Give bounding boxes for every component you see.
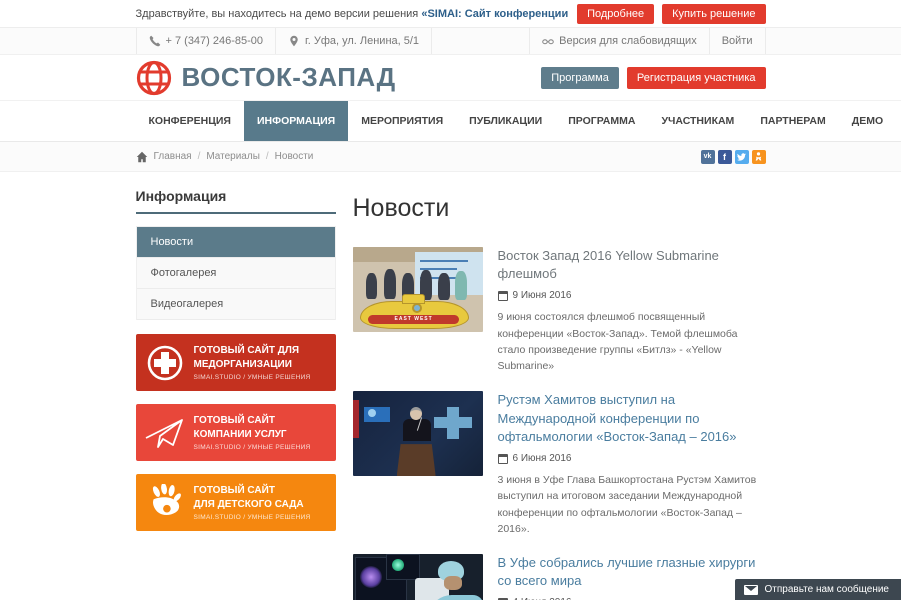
breadcrumb: Главная / Материалы / Новости — [136, 151, 314, 163]
breadcrumb-current: Новости — [275, 151, 314, 162]
nav-item-partners[interactable]: ПАРТНЕРАМ — [747, 101, 838, 141]
main-navigation: КОНФЕРЕНЦИЯ ИНФОРМАЦИЯ МЕРОПРИЯТИЯ ПУБЛИ… — [0, 100, 901, 142]
calendar-icon — [498, 291, 508, 301]
phone-number[interactable]: + 7 (347) 246-85-00 — [136, 28, 276, 54]
news-thumbnail-flashmob[interactable]: EAST WEST — [353, 247, 483, 332]
breadcrumb-materials[interactable]: Материалы — [206, 151, 260, 162]
nav-item-program[interactable]: ПРОГРАММА — [555, 101, 648, 141]
news-date: 9 Июня 2016 — [498, 290, 766, 301]
news-thumbnail-speech[interactable] — [353, 391, 483, 476]
news-date: 6 Июня 2016 — [498, 453, 766, 464]
medical-cross-icon — [136, 343, 194, 383]
banner-services-site[interactable]: ГОТОВЫЙ САЙТ КОМПАНИИ УСЛУГ SIMAI.STUDIO… — [136, 404, 336, 461]
banner-title: ГОТОВЫЙ САЙТ КОМПАНИИ УСЛУГ — [194, 414, 311, 441]
nav-item-publications[interactable]: ПУБЛИКАЦИИ — [456, 101, 555, 141]
banner-subtitle: SIMAI.STUDIO / УМНЫЕ РЕШЕНИЯ — [194, 514, 311, 521]
banner-title: ГОТОВЫЙ САЙТ ДЛЯ МЕДОРГАНИЗАЦИИ — [194, 344, 311, 371]
news-item: EAST WEST Восток Запад 2016 Yellow Subma… — [353, 247, 766, 374]
login-link[interactable]: Войти — [709, 28, 766, 54]
page-title: Новости — [353, 194, 766, 223]
envelope-icon — [744, 585, 758, 595]
nav-item-events[interactable]: МЕРОПРИЯТИЯ — [348, 101, 456, 141]
news-excerpt: 3 июня в Уфе Глава Башкортостана Рустэм … — [498, 472, 766, 537]
news-excerpt: 9 июня состоялся флешмоб посвященный кон… — [498, 309, 766, 374]
news-thumbnail-surgery[interactable] — [353, 554, 483, 600]
search-button[interactable] — [896, 101, 901, 141]
globe-icon — [136, 60, 172, 96]
odnoklassniki-icon[interactable] — [752, 150, 766, 164]
sidebar-item-photogallery[interactable]: Фотогалерея — [137, 258, 335, 289]
address: г. Уфа, ул. Ленина, 5/1 — [275, 28, 432, 54]
demo-message: Здравствуйте, вы находитесь на демо верс… — [136, 8, 569, 20]
demo-notice-bar: Здравствуйте, вы находитесь на демо верс… — [0, 0, 901, 28]
hand-print-icon — [136, 484, 194, 522]
demo-product-name: «SIMAI: Сайт конференции — [421, 8, 568, 20]
more-button[interactable]: Подробнее — [577, 4, 654, 24]
home-icon — [136, 151, 148, 163]
banner-title: ГОТОВЫЙ САЙТ ДЛЯ ДЕТСКОГО САДА — [194, 484, 311, 511]
breadcrumb-separator: / — [266, 151, 269, 162]
info-bar: + 7 (347) 246-85-00 г. Уфа, ул. Ленина, … — [0, 28, 901, 55]
breadcrumb-home[interactable]: Главная — [154, 151, 192, 162]
banner-subtitle: SIMAI.STUDIO / УМНЫЕ РЕШЕНИЯ — [194, 374, 311, 381]
breadcrumb-separator: / — [198, 151, 201, 162]
nav-item-demo[interactable]: ДЕМО — [839, 101, 896, 141]
site-logo[interactable]: ВОСТОК-ЗАПАД — [136, 60, 396, 96]
site-header: ВОСТОК-ЗАПАД Программа Регистрация участ… — [0, 55, 901, 100]
news-title-link[interactable]: В Уфе собрались лучшие глазные хирурги с… — [498, 554, 766, 590]
vk-icon[interactable]: vk — [701, 150, 715, 164]
sidebar: Информация Новости Фотогалерея Видеогале… — [136, 188, 336, 600]
sidebar-item-videogallery[interactable]: Видеогалерея — [137, 289, 335, 320]
glasses-icon — [542, 35, 554, 47]
nav-item-information[interactable]: ИНФОРМАЦИЯ — [244, 101, 348, 141]
phone-icon — [149, 35, 161, 47]
paper-plane-icon — [136, 416, 194, 450]
banner-medical-site[interactable]: ГОТОВЫЙ САЙТ ДЛЯ МЕДОРГАНИЗАЦИИ SIMAI.ST… — [136, 334, 336, 391]
facebook-icon[interactable]: f — [718, 150, 732, 164]
calendar-icon — [498, 454, 508, 464]
twitter-icon[interactable] — [735, 150, 749, 164]
news-title-link[interactable]: Восток Запад 2016 Yellow Submarine флешм… — [498, 247, 766, 283]
news-item: В Уфе собрались лучшие глазные хирурги с… — [353, 554, 766, 600]
news-title-link[interactable]: Рустэм Хамитов выступил на Международной… — [498, 391, 766, 446]
banner-subtitle: SIMAI.STUDIO / УМНЫЕ РЕШЕНИЯ — [194, 444, 311, 451]
breadcrumb-bar: Главная / Материалы / Новости vk f — [0, 142, 901, 172]
register-participant-button[interactable]: Регистрация участника — [627, 67, 766, 89]
map-pin-icon — [288, 35, 300, 47]
banner-kindergarten-site[interactable]: ГОТОВЫЙ САЙТ ДЛЯ ДЕТСКОГО САДА SIMAI.STU… — [136, 474, 336, 531]
sidebar-title: Информация — [136, 188, 336, 214]
nav-item-participants[interactable]: УЧАСТНИКАМ — [648, 101, 747, 141]
accessibility-version-link[interactable]: Версия для слабовидящих — [529, 28, 709, 54]
news-section: Новости EAST WEST — [353, 188, 766, 600]
sidebar-menu: Новости Фотогалерея Видеогалерея — [136, 226, 336, 320]
site-name: ВОСТОК-ЗАПАД — [182, 62, 396, 93]
buy-button[interactable]: Купить решение — [662, 4, 765, 24]
news-item: Рустэм Хамитов выступил на Международной… — [353, 391, 766, 537]
send-message-button[interactable]: Отправьте нам сообщение — [735, 579, 901, 600]
sidebar-item-news[interactable]: Новости — [137, 227, 335, 258]
nav-item-conference[interactable]: КОНФЕРЕНЦИЯ — [136, 101, 244, 141]
program-button[interactable]: Программа — [541, 67, 619, 89]
